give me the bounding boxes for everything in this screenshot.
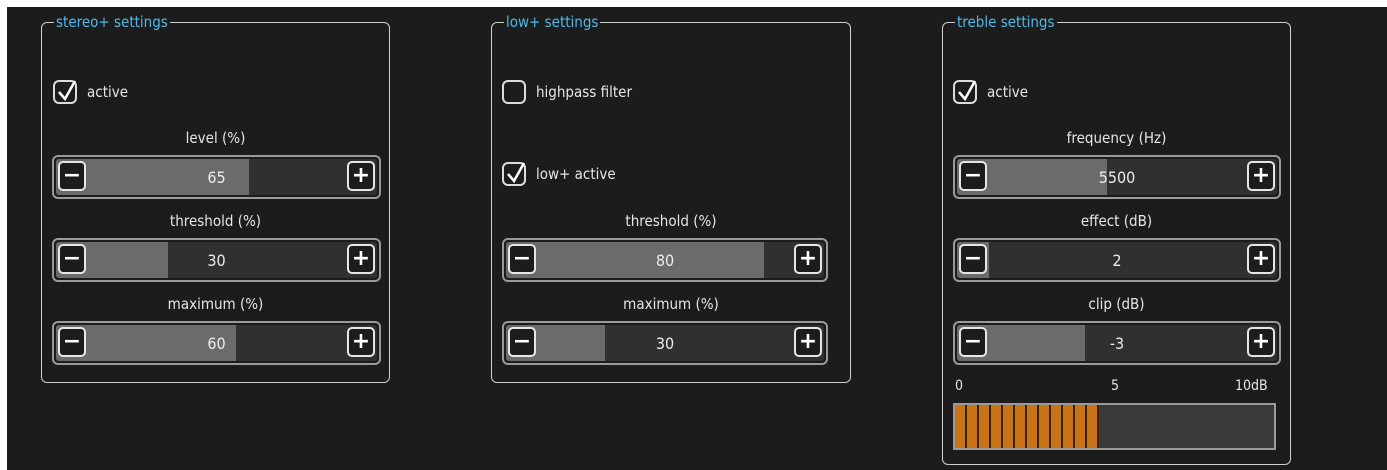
stereo-maximum-spinbox[interactable]: 60 − + [52,321,381,365]
treble-active-row[interactable]: active [953,80,1028,104]
low-maximum-decrease-button[interactable]: − [508,327,536,357]
stereo-settings-group: stereo+ settings active level (%) 65 − +… [41,14,390,383]
checkmark-icon [507,162,526,184]
low-threshold-label: threshold (%) [625,212,717,230]
stereo-threshold-spinbox[interactable]: 30 − + [52,238,381,282]
stereo-maximum-value: 60 [207,333,226,353]
checkmark-icon [958,80,977,102]
low-active-row[interactable]: low+ active [502,162,616,186]
stereo-threshold-value: 30 [207,250,226,270]
treble-clip-label: clip (dB) [1088,295,1145,313]
highpass-filter-checkbox[interactable] [502,80,526,104]
low-maximum-label: maximum (%) [623,295,719,313]
treble-frequency-spinbox[interactable]: 5500 − + [953,155,1281,199]
stereo-level-increase-button[interactable]: + [347,161,375,191]
low-active-label: low+ active [536,165,616,183]
meter-scale-min: 0 [955,378,964,394]
low-maximum-increase-button[interactable]: + [794,327,822,357]
treble-settings-title: treble settings [955,13,1057,31]
stereo-threshold-decrease-button[interactable]: − [58,244,86,274]
treble-clip-value: -3 [1109,333,1125,353]
stereo-threshold-increase-button[interactable]: + [347,244,375,274]
stereo-threshold-label: threshold (%) [169,212,262,230]
low-maximum-value: 30 [655,333,675,353]
treble-effect-decrease-button[interactable]: − [959,244,987,274]
treble-clip-increase-button[interactable]: + [1247,327,1275,357]
treble-clip-decrease-button[interactable]: − [959,327,987,357]
treble-active-checkbox[interactable] [953,80,977,104]
treble-clip-spinbox[interactable]: -3 − + [953,321,1281,365]
treble-active-label: active [987,83,1029,101]
low-threshold-spinbox[interactable]: 80 − + [502,238,828,282]
stereo-active-checkbox[interactable] [53,80,77,104]
low-threshold-increase-button[interactable]: + [794,244,822,274]
window-top-edge [0,0,1387,7]
low-settings-title: low+ settings [504,13,601,31]
stereo-level-decrease-button[interactable]: − [58,161,86,191]
low-settings-group: low+ settings highpass filter low+ activ… [491,14,851,383]
stereo-level-value: 65 [207,167,226,187]
stereo-maximum-decrease-button[interactable]: − [58,327,86,357]
low-threshold-value: 80 [655,250,675,270]
stereo-maximum-label: maximum (%) [167,295,264,313]
treble-effect-increase-button[interactable]: + [1247,244,1275,274]
stereo-maximum-increase-button[interactable]: + [347,327,375,357]
checkmark-icon [58,80,77,102]
highpass-filter-row[interactable]: highpass filter [502,80,632,104]
stereo-active-label: active [87,83,129,101]
treble-settings-group: treble settings active frequency (Hz) 55… [942,14,1291,465]
meter-scale-mid: 5 [1111,378,1120,394]
treble-effect-label: effect (dB) [1080,212,1153,230]
meter-scale-max: 10dB [1235,378,1268,394]
stereo-level-spinbox[interactable]: 65 − + [52,155,381,199]
treble-level-meter [953,403,1276,450]
treble-effect-value: 2 [1112,250,1122,270]
highpass-filter-label: highpass filter [536,83,633,101]
stereo-active-row[interactable]: active [53,80,128,104]
stereo-settings-title: stereo+ settings [54,13,170,31]
low-active-checkbox[interactable] [502,162,526,186]
low-threshold-decrease-button[interactable]: − [508,244,536,274]
window-left-edge [0,0,7,470]
treble-frequency-label: frequency (Hz) [1066,129,1167,147]
treble-frequency-value: 5500 [1098,167,1136,187]
stereo-level-label: level (%) [185,129,246,147]
treble-level-meter-fill [955,405,1099,448]
treble-frequency-increase-button[interactable]: + [1247,161,1275,191]
treble-frequency-decrease-button[interactable]: − [959,161,987,191]
treble-effect-spinbox[interactable]: 2 − + [953,238,1281,282]
low-maximum-spinbox[interactable]: 30 − + [502,321,828,365]
